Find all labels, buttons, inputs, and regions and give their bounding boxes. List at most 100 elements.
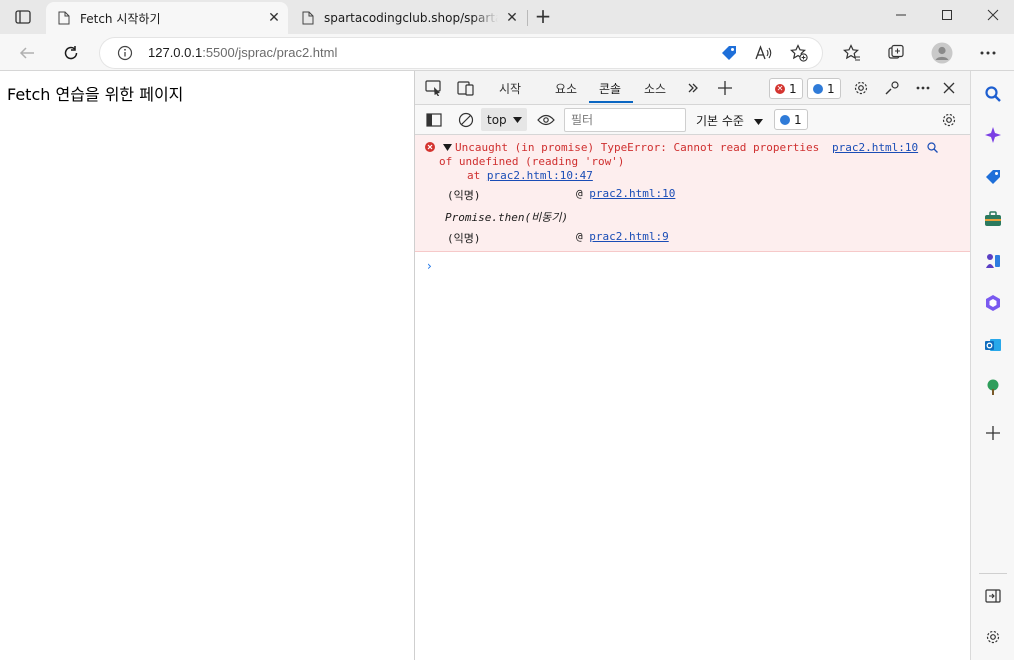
stack-fn: (익명)	[447, 189, 481, 202]
tab-console[interactable]: 콘솔	[599, 80, 621, 97]
tab-elements[interactable]: 요소	[555, 80, 577, 97]
context-selector[interactable]: top	[481, 108, 527, 131]
add-sidebar-app-icon[interactable]	[981, 421, 1005, 445]
message-icon	[813, 83, 823, 94]
refresh-icon[interactable]	[56, 38, 86, 68]
clear-console-icon[interactable]	[455, 110, 477, 130]
close-tab-icon[interactable]: ✕	[498, 10, 526, 26]
console-prompt[interactable]: ›	[427, 259, 432, 273]
filter-input[interactable]: 필터	[564, 108, 686, 132]
shopping-tag-icon[interactable]	[718, 43, 740, 63]
microsoft-365-icon[interactable]	[981, 291, 1005, 315]
issues-count: 1	[794, 112, 802, 127]
page-icon	[302, 11, 314, 25]
search-issue-icon[interactable]	[927, 142, 938, 153]
add-tool-plus-icon[interactable]	[714, 78, 736, 98]
sidebar-toggle-icon[interactable]	[423, 110, 445, 130]
devtools-tab-bar: 시작 요소 콘솔 소스 ✕ 1 1	[415, 71, 971, 105]
new-tab-button[interactable]: +	[532, 5, 554, 29]
url-path: :5500/jsprac/prac2.html	[202, 45, 338, 60]
issues-badge[interactable]: 1	[774, 109, 808, 130]
stack-at: @	[576, 187, 590, 200]
active-tab-indicator	[589, 101, 633, 103]
address-bar[interactable]: 127.0.0.1:5500/jsprac/prac2.html	[100, 38, 822, 68]
error-text-line-1: Uncaught (in promise) TypeError: Cannot …	[455, 141, 820, 154]
page-icon	[58, 11, 70, 25]
minimize-icon[interactable]	[878, 0, 924, 30]
more-tabs-chevron-icon[interactable]	[682, 78, 704, 98]
tab-divider	[527, 10, 528, 26]
error-text-line-2: of undefined (reading 'row')	[439, 155, 625, 168]
stack-frame-1-location: @ prac2.html:10	[576, 187, 675, 200]
message-count: 1	[827, 81, 835, 96]
devtools-panel: 시작 요소 콘솔 소스 ✕ 1 1 top 필터 기본 수준 1 Uncaugh…	[414, 71, 971, 660]
stack-fn: (익명)	[447, 232, 481, 245]
hide-sidebar-icon[interactable]	[981, 584, 1005, 608]
tab-actions-icon[interactable]	[8, 4, 38, 30]
settings-gear-icon[interactable]	[850, 78, 872, 98]
close-window-icon[interactable]	[970, 0, 1014, 30]
error-icon	[425, 142, 435, 152]
device-emulation-icon[interactable]	[455, 78, 477, 98]
read-aloud-icon[interactable]	[752, 43, 774, 63]
console-settings-gear-icon[interactable]	[938, 110, 960, 130]
message-count-badge[interactable]: 1	[807, 78, 841, 99]
add-favorite-icon[interactable]	[788, 43, 810, 63]
context-value: top	[487, 112, 507, 127]
tab-title: spartacodingclub.shop/sparta_api	[324, 11, 498, 25]
tab-title: Fetch 시작하기	[80, 11, 161, 26]
back-arrow-icon[interactable]	[12, 38, 42, 68]
live-expression-eye-icon[interactable]	[535, 110, 557, 130]
favorites-icon[interactable]	[838, 39, 866, 67]
stack-frame-1: (익명)	[447, 187, 481, 203]
stack-link[interactable]: prac2.html:9	[589, 230, 668, 243]
maximize-icon[interactable]	[924, 0, 970, 30]
web-page: Fetch 연습을 위한 페이지	[0, 71, 414, 660]
url-host: 127.0.0.1	[148, 45, 203, 60]
tab-sparta-api[interactable]: spartacodingclub.shop/sparta_api ✕	[290, 2, 526, 34]
collections-icon[interactable]	[882, 39, 910, 67]
copilot-sparkle-icon[interactable]	[981, 123, 1005, 147]
error-icon: ✕	[775, 83, 785, 94]
edge-sidebar	[970, 71, 1014, 660]
stack-frame-2-location: @ prac2.html:9	[576, 230, 669, 243]
log-level-label: 기본 수준	[696, 114, 744, 128]
info-icon[interactable]	[117, 45, 133, 61]
drop-tree-icon[interactable]	[981, 375, 1005, 399]
profile-avatar[interactable]	[928, 39, 956, 67]
customize-icon[interactable]	[882, 78, 904, 98]
inspect-element-icon[interactable]	[423, 78, 445, 98]
outlook-icon[interactable]	[981, 333, 1005, 357]
more-options-icon[interactable]	[974, 39, 1002, 67]
shopping-icon[interactable]	[981, 165, 1005, 189]
log-level-dropdown[interactable]: 기본 수준	[696, 112, 763, 129]
stack-async-boundary: Promise.then(비동기)	[445, 211, 569, 224]
sidebar-divider	[979, 573, 1007, 574]
title-bar: Fetch 시작하기 ✕ spartacodingclub.shop/spart…	[0, 0, 1014, 34]
tab-welcome[interactable]: 시작	[499, 80, 521, 97]
error-at-line: at prac2.html:10:47	[467, 169, 593, 182]
url-text: 127.0.0.1:5500/jsprac/prac2.html	[148, 45, 337, 60]
page-heading: Fetch 연습을 위한 페이지	[7, 85, 184, 104]
source-link[interactable]: prac2.html:10	[832, 141, 918, 154]
stack-frame-2: (익명)	[447, 230, 481, 246]
error-count: 1	[789, 81, 797, 96]
tools-icon[interactable]	[981, 207, 1005, 231]
tab-sources[interactable]: 소스	[644, 80, 666, 97]
devtools-more-icon[interactable]	[912, 78, 934, 98]
close-devtools-icon[interactable]	[938, 78, 960, 98]
dropdown-triangle-icon	[512, 116, 522, 123]
close-tab-icon[interactable]: ✕	[260, 10, 288, 26]
stack-link[interactable]: prac2.html:10	[589, 187, 675, 200]
tab-fetch[interactable]: Fetch 시작하기 ✕	[46, 2, 288, 34]
search-icon[interactable]	[981, 82, 1005, 106]
browser-toolbar: 127.0.0.1:5500/jsprac/prac2.html	[0, 34, 1014, 71]
error-at-prefix: at	[467, 169, 487, 182]
games-icon[interactable]	[981, 249, 1005, 273]
expand-triangle-icon[interactable]	[443, 144, 452, 151]
dropdown-triangle-icon	[753, 119, 763, 125]
error-at-link[interactable]: prac2.html:10:47	[487, 169, 593, 182]
sidebar-settings-gear-icon[interactable]	[981, 625, 1005, 649]
error-message[interactable]: Uncaught (in promise) TypeError: Cannot …	[415, 135, 970, 252]
error-count-badge[interactable]: ✕ 1	[769, 78, 803, 99]
